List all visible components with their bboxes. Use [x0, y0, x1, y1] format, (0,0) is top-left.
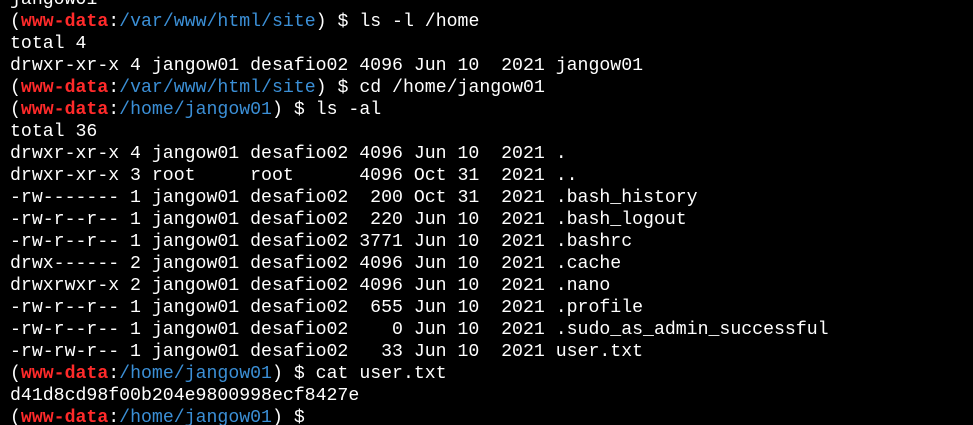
- output-text: -rw------- 1 jangow01 desafio02 200 Oct …: [10, 188, 698, 208]
- output-text: -rw-r--r-- 1 jangow01 desafio02 655 Jun …: [10, 298, 644, 318]
- prompt-user: www-data: [20, 100, 109, 120]
- prompt-symbol: ) $: [271, 100, 316, 120]
- output-text: drwxr-xr-x 4 jangow01 desafio02 4096 Jun…: [10, 144, 567, 164]
- prompt-path: /home/jangow01: [119, 100, 272, 120]
- command-text: cat user.txt: [315, 364, 447, 384]
- output-line: drwxr-xr-x 4 jangow01 desafio02 4096 Jun…: [10, 55, 829, 77]
- prompt-open-paren: (: [10, 78, 21, 98]
- output-line: -rw-rw-r-- 1 jangow01 desafio02 33 Jun 1…: [10, 341, 829, 363]
- terminal-window[interactable]: jangow01 (www-data:/var/www/html/site) $ …: [0, 0, 973, 425]
- prompt-colon: :: [108, 408, 120, 425]
- output-line: jangow01: [10, 0, 829, 11]
- output-line: -rw-r--r-- 1 jangow01 desafio02 0 Jun 10…: [10, 319, 829, 341]
- output-line: -rw-r--r-- 1 jangow01 desafio02 220 Jun …: [10, 209, 829, 231]
- output-text: drwxr-xr-x 3 root root 4096 Oct 31 2021 …: [10, 166, 578, 186]
- output-text: total 36: [10, 122, 98, 142]
- prompt-symbol: ) $: [271, 364, 316, 384]
- prompt-colon: :: [108, 12, 120, 32]
- prompt-open-paren: (: [10, 100, 21, 120]
- command-text: ls -al: [315, 100, 382, 120]
- output-text: -rw-rw-r-- 1 jangow01 desafio02 33 Jun 1…: [10, 342, 644, 362]
- output-text: d41d8cd98f00b204e9800998ecf8427e: [10, 386, 360, 406]
- output-line: -rw-r--r-- 1 jangow01 desafio02 3771 Jun…: [10, 231, 829, 253]
- prompt-colon: :: [108, 100, 120, 120]
- prompt-colon: :: [108, 364, 120, 384]
- command-text: ls -l /home: [359, 12, 480, 32]
- output-line: drwxr-xr-x 3 root root 4096 Oct 31 2021 …: [10, 165, 829, 187]
- terminal-output: jangow01 (www-data:/var/www/html/site) $ …: [10, 0, 829, 425]
- prompt-line: (www-data:/home/jangow01) $ cat user.txt: [10, 363, 829, 385]
- prompt-user: www-data: [20, 408, 109, 425]
- output-text: -rw-r--r-- 1 jangow01 desafio02 220 Jun …: [10, 210, 687, 230]
- output-text: drwx------ 2 jangow01 desafio02 4096 Jun…: [10, 254, 622, 274]
- output-text: jangow01: [10, 0, 98, 10]
- prompt-open-paren: (: [10, 408, 21, 425]
- output-line: d41d8cd98f00b204e9800998ecf8427e: [10, 385, 829, 407]
- output-text: drwxrwxr-x 2 jangow01 desafio02 4096 Jun…: [10, 276, 611, 296]
- output-text: -rw-r--r-- 1 jangow01 desafio02 0 Jun 10…: [10, 320, 829, 340]
- prompt-line: (www-data:/home/jangow01) $: [10, 407, 829, 425]
- prompt-user: www-data: [20, 12, 109, 32]
- prompt-user: www-data: [20, 78, 109, 98]
- output-text: total 4: [10, 34, 87, 54]
- output-line: drwx------ 2 jangow01 desafio02 4096 Jun…: [10, 253, 829, 275]
- prompt-line: (www-data:/var/www/html/site) $ ls -l /h…: [10, 11, 829, 33]
- output-line: -rw-r--r-- 1 jangow01 desafio02 655 Jun …: [10, 297, 829, 319]
- output-line: drwxr-xr-x 4 jangow01 desafio02 4096 Jun…: [10, 143, 829, 165]
- output-line: total 4: [10, 33, 829, 55]
- prompt-path: /var/www/html/site: [119, 78, 316, 98]
- output-text: -rw-r--r-- 1 jangow01 desafio02 3771 Jun…: [10, 232, 633, 252]
- output-line: -rw------- 1 jangow01 desafio02 200 Oct …: [10, 187, 829, 209]
- output-text: drwxr-xr-x 4 jangow01 desafio02 4096 Jun…: [10, 56, 644, 76]
- prompt-line: (www-data:/var/www/html/site) $ cd /home…: [10, 77, 829, 99]
- prompt-path: /home/jangow01: [119, 408, 272, 425]
- prompt-symbol: ) $: [315, 78, 360, 98]
- output-line: drwxrwxr-x 2 jangow01 desafio02 4096 Jun…: [10, 275, 829, 297]
- output-line: total 36: [10, 121, 829, 143]
- prompt-line: (www-data:/home/jangow01) $ ls -al: [10, 99, 829, 121]
- prompt-path: /home/jangow01: [119, 364, 272, 384]
- prompt-symbol: ) $: [315, 12, 360, 32]
- prompt-symbol: ) $: [271, 408, 316, 425]
- prompt-user: www-data: [20, 364, 109, 384]
- prompt-colon: :: [108, 78, 120, 98]
- command-text: cd /home/jangow01: [359, 78, 545, 98]
- prompt-open-paren: (: [10, 364, 21, 384]
- prompt-open-paren: (: [10, 12, 21, 32]
- prompt-path: /var/www/html/site: [119, 12, 316, 32]
